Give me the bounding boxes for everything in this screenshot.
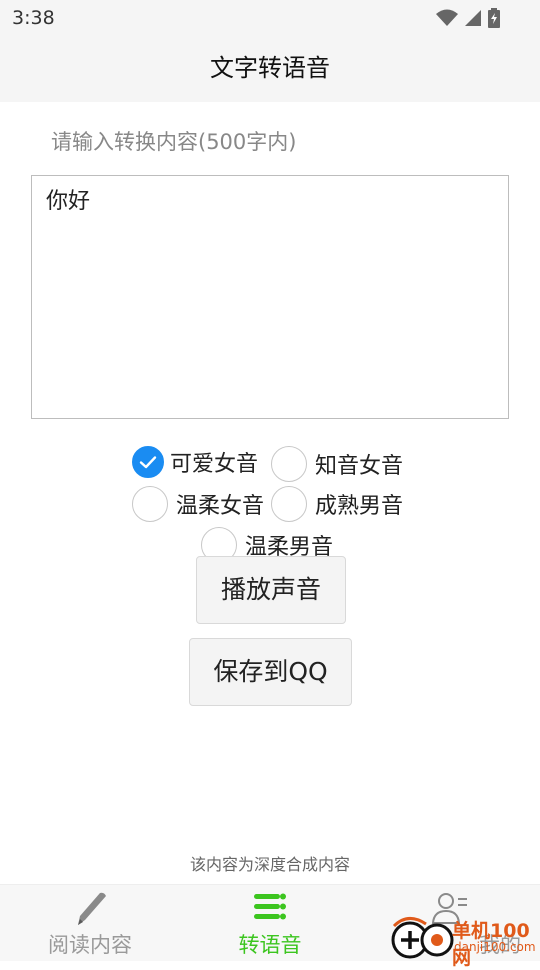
voice-option-label: 成熟男音: [315, 494, 404, 519]
radio-unchecked-icon[interactable]: [271, 486, 307, 522]
nav-label: 阅读内容: [48, 933, 132, 957]
text-input-area[interactable]: 你好: [31, 175, 509, 419]
radio-checked-icon[interactable]: [132, 446, 164, 478]
voice-option-zhiyin-female[interactable]: 知音女音: [271, 446, 403, 482]
voice-option-label: 温柔女音: [176, 494, 265, 519]
synthetic-content-notice: 该内容为深度合成内容: [189, 855, 350, 874]
watermark-logo-icon: [391, 917, 454, 959]
status-icons: [436, 8, 500, 28]
save-to-qq-button[interactable]: 保存到QQ: [189, 638, 352, 706]
battery-icon: [488, 8, 500, 28]
voice-option-mature-male[interactable]: 成熟男音: [271, 486, 403, 522]
voice-option-gentle-female[interactable]: 温柔女音: [132, 486, 264, 522]
voice-option-label: 可爱女音: [170, 452, 259, 477]
input-prompt-label: 请输入转换内容(500字内): [51, 130, 297, 154]
status-time: 3:38: [12, 7, 55, 29]
status-bar: 3:38: [0, 0, 540, 36]
watermark-url: danji100.com: [454, 940, 536, 954]
page-title: 文字转语音: [210, 54, 330, 82]
voice-option-cute-female[interactable]: 可爱女音: [132, 446, 258, 478]
radio-unchecked-icon[interactable]: [132, 486, 168, 522]
pencil-icon: [78, 892, 106, 925]
app-bar: 文字转语音: [0, 36, 540, 102]
play-sound-button[interactable]: 播放声音: [196, 556, 346, 624]
cellular-signal-icon: [465, 10, 481, 26]
nav-item-to-speech[interactable]: 转语音: [180, 885, 360, 961]
wifi-icon: [436, 9, 458, 26]
voice-option-label: 知音女音: [315, 454, 404, 479]
nav-label: 转语音: [238, 933, 302, 957]
site-watermark: 单机100网 danji100.com: [390, 914, 540, 969]
radio-unchecked-icon[interactable]: [271, 446, 307, 482]
nav-item-read-content[interactable]: 阅读内容: [0, 885, 180, 961]
list-icon: [254, 893, 286, 920]
